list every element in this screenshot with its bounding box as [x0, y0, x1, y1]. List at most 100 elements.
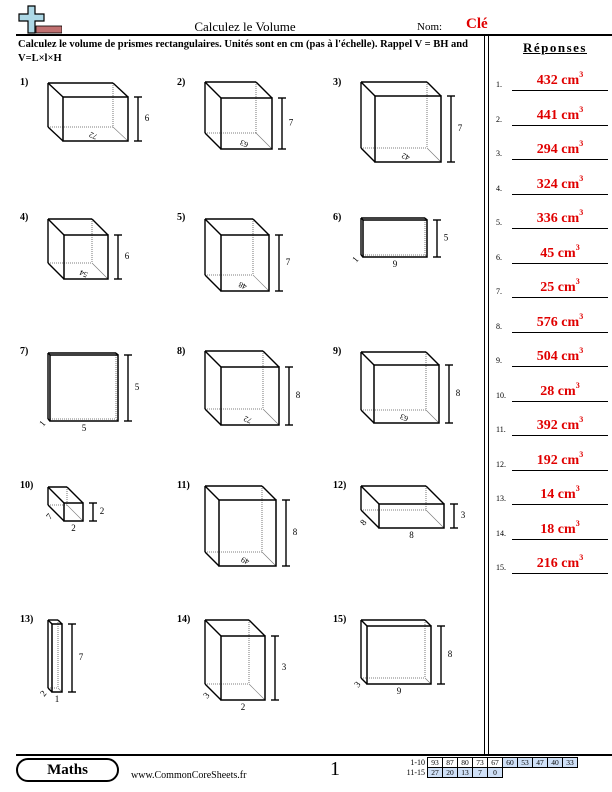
cubed-superscript: 3: [579, 173, 584, 183]
answer-unit: cm: [557, 521, 576, 537]
problem-4: 4) 6 54: [20, 212, 170, 337]
answer-line: [512, 228, 608, 229]
answer-line: [512, 573, 608, 574]
answer-value[interactable]: 576 cm3: [512, 312, 608, 331]
prism-front-face: [378, 503, 445, 529]
answer-line: [512, 90, 608, 91]
answer-line: [512, 159, 608, 160]
answer-value[interactable]: 294 cm3: [512, 139, 608, 158]
answer-value[interactable]: 324 cm3: [512, 174, 608, 193]
problem-6: 6) 5 9 1: [333, 212, 483, 337]
score-cell: 60: [502, 757, 518, 768]
rectangular-prism-diagram: 7 48: [204, 218, 291, 292]
footer-divider: [16, 754, 612, 756]
answer-unit: cm: [557, 245, 576, 261]
rectangular-prism-diagram: 8 9 3: [352, 619, 453, 696]
answer-number-value: 18: [540, 521, 555, 537]
answer-value[interactable]: 18 cm3: [512, 519, 608, 538]
prism-edge: [91, 218, 109, 236]
prism-edge: [66, 504, 84, 522]
prism-edge: [252, 218, 270, 236]
rectangular-prism-diagram: 3 8 8: [358, 485, 466, 540]
answer-value[interactable]: 432 cm3: [512, 70, 608, 89]
height-label: 5: [135, 382, 140, 392]
cubed-superscript: 3: [575, 518, 580, 528]
name-label: Nom:: [417, 21, 443, 33]
answers-title: Réponses: [522, 40, 587, 55]
depth-label: 3: [201, 690, 212, 700]
answer-value[interactable]: 216 cm3: [512, 553, 608, 572]
answer-line: [512, 297, 608, 298]
problem-11: 11) 8 49: [177, 480, 327, 605]
rectangular-prism-diagram: 7 12: [38, 619, 84, 704]
score-cell: 33: [562, 757, 578, 768]
answer-value[interactable]: 336 cm3: [512, 208, 608, 227]
cubed-superscript: 3: [579, 139, 584, 148]
base-area-label: 72: [242, 414, 253, 426]
rectangular-prism-diagram: 2 2 7: [44, 486, 104, 533]
answer-value[interactable]: 392 cm3: [512, 415, 608, 434]
prism-edge: [255, 81, 273, 99]
answer-value[interactable]: 441 cm3: [512, 105, 608, 124]
answer-unit: cm: [561, 349, 580, 364]
answer-number: 12.: [496, 459, 506, 469]
prism-front-face: [366, 625, 432, 685]
width-label: 8: [409, 530, 414, 540]
answer-unit: cm: [561, 107, 580, 123]
answer-value[interactable]: 504 cm3: [512, 346, 608, 365]
cubed-superscript: 3: [579, 415, 584, 424]
name-value[interactable]: Clé: [466, 16, 488, 33]
answer-value[interactable]: 14 cm3: [512, 484, 608, 503]
width-label: 5: [82, 423, 87, 433]
prism-edge: [66, 486, 84, 504]
problem-13: 13) 7 1 2: [20, 614, 170, 739]
answer-number: 1.: [496, 80, 502, 89]
score-row-label: 1-10: [410, 758, 425, 767]
depth-label: 2: [38, 688, 49, 698]
answer-value[interactable]: 28 cm3: [512, 381, 608, 400]
problem-5: 5) 7 48: [177, 212, 327, 337]
prism-edge: [360, 147, 376, 163]
cubed-superscript: 3: [579, 346, 584, 355]
prism-edge: [204, 408, 222, 426]
prism-front-face: [362, 219, 428, 258]
answer-value[interactable]: 192 cm3: [512, 450, 608, 469]
answer-unit: cm: [557, 487, 576, 502]
height-label: 6: [145, 113, 150, 123]
prism-edge: [360, 619, 368, 627]
width-label: 9: [393, 259, 398, 269]
answer-line: [512, 538, 608, 540]
prism-edge: [424, 677, 432, 685]
answer-row: 7. 25 cm3: [496, 274, 608, 298]
height-label: 7: [79, 652, 84, 662]
subject-badge: Maths: [16, 758, 119, 782]
height-label: 7: [289, 118, 294, 128]
prism-edge: [47, 262, 65, 280]
answer-number-value: 336: [536, 211, 558, 226]
width-label: 2: [241, 702, 246, 712]
answer-unit: cm: [557, 383, 576, 399]
base-area-label: 63: [399, 412, 410, 424]
answer-number: 13.: [496, 494, 506, 503]
prism-edge: [424, 619, 432, 627]
prism-edge: [47, 82, 64, 98]
answer-row: 9. 504 cm3: [496, 343, 608, 367]
prism-edge: [204, 132, 222, 150]
answer-number-value: 294: [536, 142, 558, 157]
cubed-superscript: 3: [579, 311, 584, 321]
answer-value[interactable]: 25 cm3: [512, 277, 608, 296]
score-cell: 13: [457, 767, 473, 778]
answer-number-value: 45: [540, 245, 555, 261]
answer-unit: cm: [557, 280, 576, 295]
answer-unit: cm: [561, 73, 580, 88]
prism-edge: [360, 81, 376, 97]
answer-number-value: 14: [540, 487, 555, 502]
prism-edge: [204, 485, 220, 501]
prism-edge: [204, 274, 222, 292]
base-area-label: 54: [78, 268, 89, 280]
answer-value[interactable]: 45 cm3: [512, 243, 608, 262]
prism-front-face: [220, 635, 266, 701]
score-cell: 53: [517, 757, 533, 768]
answer-number-value: 324: [536, 176, 558, 192]
site-url: www.CommonCoreSheets.fr: [131, 770, 247, 781]
